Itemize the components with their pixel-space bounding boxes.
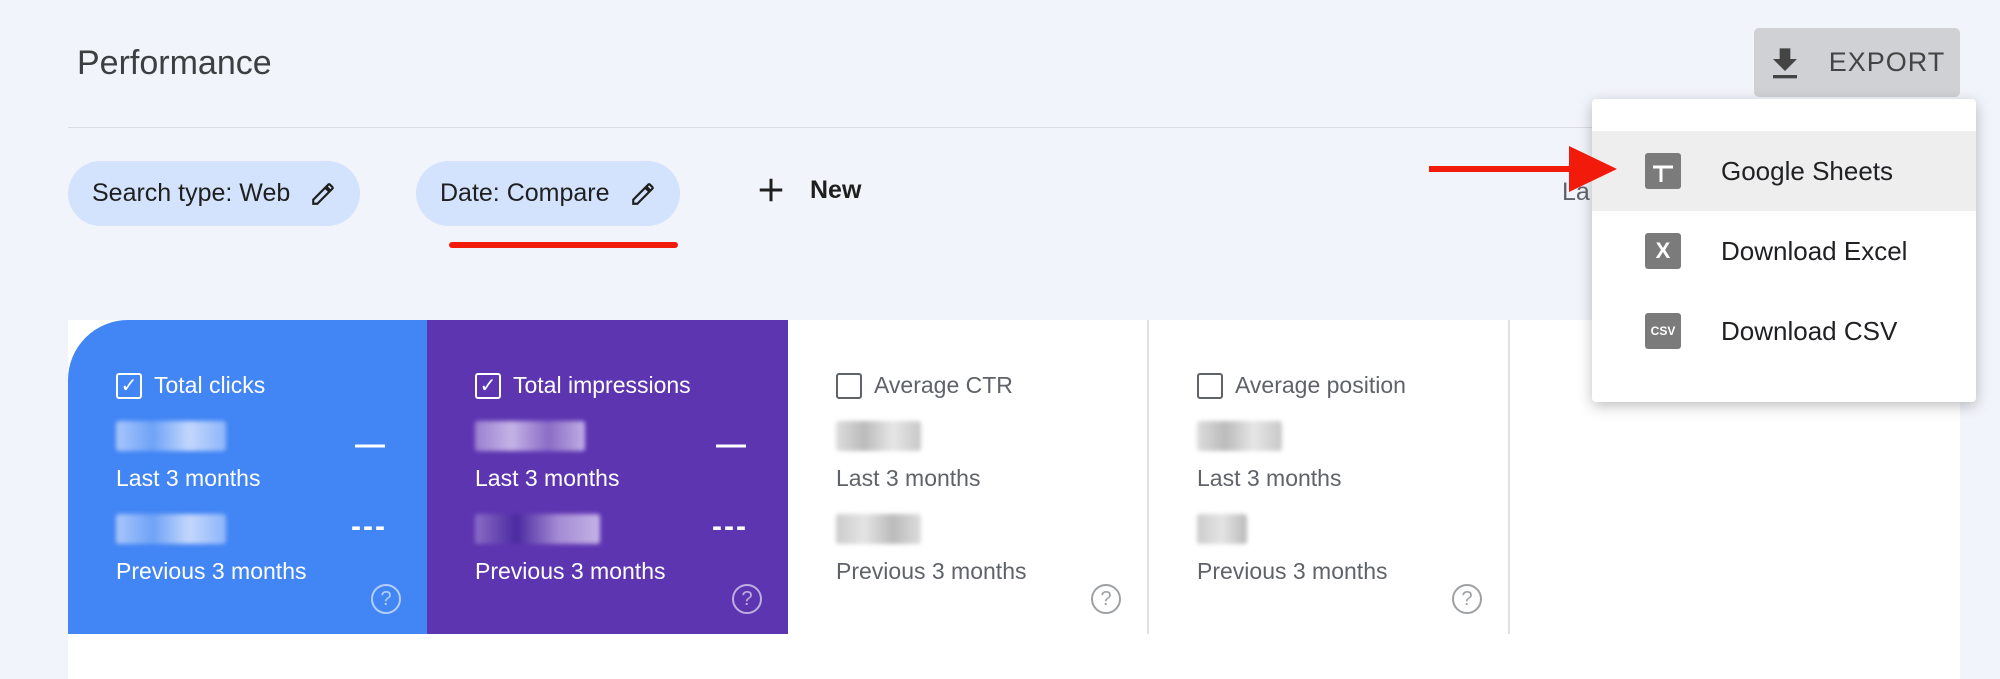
menu-item-label: Download Excel — [1721, 235, 1908, 266]
red-arrow-annotation — [1429, 146, 1617, 192]
excel-icon: X — [1645, 233, 1681, 269]
current-period-label: Last 3 months — [116, 465, 261, 491]
redacted-value — [836, 421, 921, 451]
pencil-icon — [312, 182, 335, 205]
metric-card-average-position[interactable]: Average position Last 3 months Previous … — [1149, 320, 1510, 634]
checkbox-checked-icon[interactable]: ✓ — [475, 372, 501, 399]
redacted-value — [475, 514, 600, 544]
redacted-value — [1197, 421, 1282, 451]
pencil-icon — [631, 182, 654, 205]
redacted-value — [116, 514, 226, 544]
metric-label: Total impressions — [513, 372, 691, 398]
dashed-line-legend-icon: --- — [351, 510, 387, 543]
export-button[interactable]: EXPORT — [1754, 28, 1960, 97]
metric-card-total-impressions[interactable]: ✓ Total impressions — Last 3 months --- P… — [427, 320, 788, 634]
download-icon — [1772, 47, 1797, 78]
help-icon[interactable]: ? — [1091, 584, 1121, 614]
dashed-line-legend-icon: --- — [712, 510, 748, 543]
metric-card-total-clicks[interactable]: ✓ Total clicks — Last 3 months --- Previo… — [68, 320, 427, 634]
menu-item-download-excel[interactable]: X Download Excel — [1592, 211, 1976, 291]
current-period-label: Last 3 months — [836, 465, 981, 491]
previous-period-label: Previous 3 months — [116, 558, 307, 584]
menu-item-label: Download CSV — [1721, 315, 1898, 346]
chip-label: Search type: Web — [92, 179, 291, 207]
metric-label: Average CTR — [874, 372, 1013, 398]
previous-period-label: Previous 3 months — [475, 558, 666, 584]
search-type-chip[interactable]: Search type: Web — [68, 161, 361, 226]
help-icon[interactable]: ? — [1452, 584, 1482, 614]
metric-label: Total clicks — [154, 372, 266, 398]
solid-line-legend-icon: — — [716, 428, 748, 461]
export-menu: Google Sheets X Download Excel CSV Downl… — [1592, 99, 1976, 402]
plus-icon — [759, 178, 783, 202]
menu-item-label: Google Sheets — [1721, 155, 1894, 186]
google-sheets-icon — [1645, 153, 1681, 189]
current-period-label: Last 3 months — [475, 465, 620, 491]
redacted-value — [1197, 514, 1247, 544]
chip-label: Date: Compare — [440, 179, 610, 207]
checkbox-unchecked-icon[interactable] — [1197, 372, 1223, 399]
checkbox-unchecked-icon[interactable] — [836, 372, 862, 399]
csv-icon: CSV — [1645, 313, 1681, 349]
date-compare-chip[interactable]: Date: Compare — [416, 161, 680, 226]
metric-label: Average position — [1235, 372, 1406, 398]
page-title: Performance — [77, 44, 272, 82]
menu-item-download-csv[interactable]: CSV Download CSV — [1592, 291, 1976, 371]
current-period-label: Last 3 months — [1197, 465, 1342, 491]
previous-period-label: Previous 3 months — [836, 558, 1027, 584]
export-label: EXPORT — [1828, 47, 1946, 77]
redacted-value — [116, 421, 226, 451]
checkbox-checked-icon[interactable]: ✓ — [116, 372, 142, 399]
previous-period-label: Previous 3 months — [1197, 558, 1388, 584]
new-filter-button[interactable]: New — [756, 175, 861, 205]
red-underline-annotation — [449, 242, 678, 248]
redacted-value — [836, 514, 921, 544]
new-label: New — [810, 175, 862, 204]
help-icon[interactable]: ? — [732, 584, 762, 614]
menu-item-google-sheets[interactable]: Google Sheets — [1592, 131, 1976, 211]
solid-line-legend-icon: — — [355, 428, 387, 461]
help-icon[interactable]: ? — [371, 584, 401, 614]
redacted-value — [475, 421, 585, 451]
metric-card-average-ctr[interactable]: Average CTR Last 3 months Previous 3 mon… — [788, 320, 1149, 634]
